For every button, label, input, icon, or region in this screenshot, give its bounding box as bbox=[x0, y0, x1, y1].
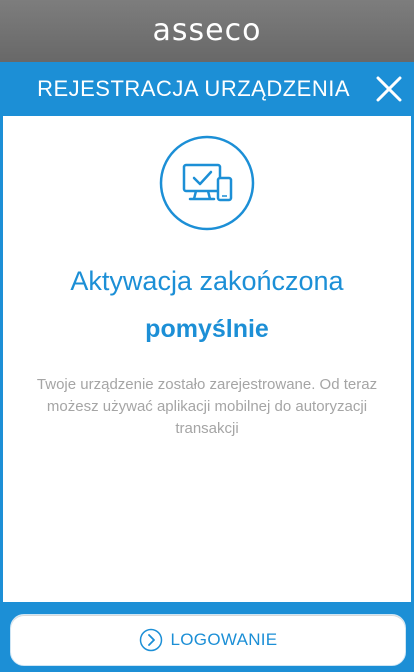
close-button[interactable] bbox=[372, 72, 406, 106]
device-check-icon bbox=[158, 134, 256, 232]
device-registration-screen: asseco REJESTRACJA URZĄDZENIA Aktywacja … bbox=[0, 0, 414, 672]
brand-logo: asseco bbox=[152, 13, 262, 48]
main-content: Aktywacja zakończona pomyślnie Twoje urz… bbox=[3, 116, 411, 602]
success-headline: Aktywacja zakończona bbox=[70, 266, 344, 296]
success-headline-bold: pomyślnie bbox=[145, 315, 269, 343]
header-bar: REJESTRACJA URZĄDZENIA bbox=[0, 62, 414, 116]
login-button[interactable]: LOGOWANIE bbox=[10, 614, 406, 666]
brand-bar: asseco bbox=[0, 0, 414, 62]
footer-bar: LOGOWANIE bbox=[0, 602, 414, 672]
chevron-right-circle-icon bbox=[139, 628, 163, 652]
success-message: Twoje urządzenie zostało zarejestrowane.… bbox=[36, 376, 378, 437]
login-button-label: LOGOWANIE bbox=[170, 630, 278, 649]
close-icon bbox=[376, 76, 402, 102]
page-title: REJESTRACJA URZĄDZENIA bbox=[37, 76, 350, 101]
